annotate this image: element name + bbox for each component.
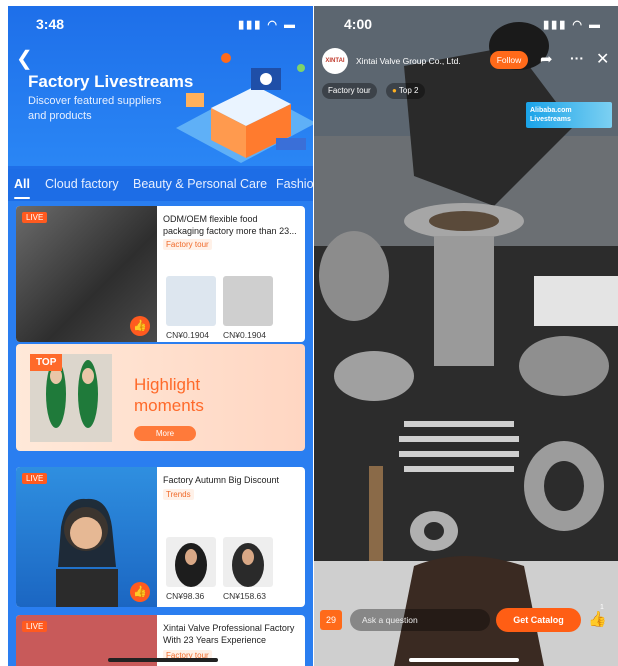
hero-banner: 3:48 ▮▮▮ ◠ ▬ ❮ Factory Livestreams Disco…	[8, 6, 313, 166]
factory-tour-chip[interactable]: Factory tour	[322, 83, 377, 99]
product-image[interactable]	[223, 276, 273, 326]
card-title: Factory Autumn Big Discount	[163, 475, 280, 485]
close-icon[interactable]: ✕	[596, 49, 609, 69]
ask-question-input[interactable]: Ask a question	[350, 609, 490, 631]
tab-beauty-personal-care[interactable]: Beauty & Personal Care	[133, 177, 267, 191]
promo-line: Livestreams	[530, 116, 571, 123]
highlight-moments-banner[interactable]: TOP Highlight moments More	[16, 344, 305, 451]
product-image[interactable]	[166, 276, 216, 326]
product-price: CN¥0.1904	[223, 330, 267, 340]
livestream-card[interactable]: LIVE 👍 Factory Autumn Big Discount Trend…	[16, 467, 305, 607]
top-rank-chip[interactable]: ● Top 2	[386, 83, 425, 99]
status-icons: ▮▮▮ ◠ ▬	[543, 19, 602, 31]
company-name[interactable]: Xintai Valve Group Co., Ltd.	[356, 56, 461, 66]
card-tag: Factory tour	[163, 239, 212, 250]
category-tabs: All Cloud factory Beauty & Personal Care…	[8, 169, 313, 201]
viewer-count[interactable]: 29	[320, 610, 342, 630]
active-tab-indicator	[14, 197, 30, 199]
live-badge: LIVE	[22, 212, 48, 223]
card-tag: Trends	[163, 489, 194, 500]
product-price: CN¥158.63	[223, 591, 267, 601]
page-subtitle: Discover featured suppliers and products	[28, 95, 162, 122]
back-button[interactable]: ❮	[16, 46, 33, 71]
promo-line: Alibaba.com	[530, 107, 572, 114]
top-badge: TOP	[30, 354, 63, 371]
live-badge: LIVE	[22, 621, 48, 632]
product-price: CN¥0.1904	[166, 330, 210, 340]
card-title: Xintai Valve Professional Factory With 2…	[163, 623, 295, 645]
banner-title: Highlight moments	[134, 374, 204, 416]
product-image[interactable]	[166, 537, 216, 587]
chevron-left-icon: ❮	[16, 48, 33, 70]
livestream-viewer-screen: 4:00 ▮▮▮ ◠ ▬ XINTAI Xintai Valve Group C…	[314, 6, 618, 666]
tab-all[interactable]: All	[14, 177, 30, 191]
like-count: 1	[600, 604, 604, 611]
top-rank-label: Top 2	[398, 86, 419, 95]
get-catalog-button[interactable]: Get Catalog	[496, 608, 581, 632]
factory-livestreams-screen: 3:48 ▮▮▮ ◠ ▬ ❮ Factory Livestreams Disco…	[8, 6, 313, 666]
status-time: 3:48	[36, 16, 65, 32]
thumbs-up-icon[interactable]: 👍	[130, 316, 150, 336]
live-badge: LIVE	[22, 473, 48, 484]
follow-button[interactable]: Follow	[490, 51, 528, 69]
more-icon[interactable]: ···	[570, 50, 584, 66]
factory-illustration	[176, 53, 313, 163]
home-indicator[interactable]	[108, 658, 218, 662]
status-bar: 3:48 ▮▮▮ ◠ ▬	[8, 16, 313, 34]
card-title: ODM/OEM flexible food packaging factory …	[163, 214, 297, 236]
product-image[interactable]	[223, 537, 273, 587]
more-button[interactable]: More	[134, 426, 196, 441]
banner-title-line: Highlight	[134, 375, 201, 394]
home-indicator[interactable]	[409, 658, 519, 662]
status-time: 4:00	[344, 16, 373, 32]
wig-product-illustration	[175, 543, 207, 587]
livestream-card[interactable]: LIVE 👍 ODM/OEM flexible food packaging f…	[16, 206, 305, 342]
banner-title-line: moments	[134, 396, 204, 415]
alibaba-livestreams-promo[interactable]: Alibaba.com Livestreams	[526, 102, 612, 128]
tab-cloud-factory[interactable]: Cloud factory	[45, 177, 119, 191]
status-icons: ▮▮▮ ◠ ▬	[238, 19, 297, 31]
livestream-list: LIVE 👍 ODM/OEM flexible food packaging f…	[8, 201, 313, 666]
share-icon[interactable]: ➦	[540, 50, 553, 68]
product-price: CN¥98.36	[166, 591, 205, 601]
tab-fashion[interactable]: Fashio	[276, 177, 313, 191]
wig-product-illustration	[232, 543, 264, 587]
thumbs-up-icon[interactable]: 👍	[130, 582, 150, 602]
bottom-action-bar: 29 Ask a question Get Catalog 👍 1	[314, 604, 618, 638]
trophy-icon: ●	[392, 86, 397, 95]
company-logo[interactable]: XINTAI	[322, 48, 348, 74]
thumbs-up-icon[interactable]: 👍	[588, 610, 607, 628]
